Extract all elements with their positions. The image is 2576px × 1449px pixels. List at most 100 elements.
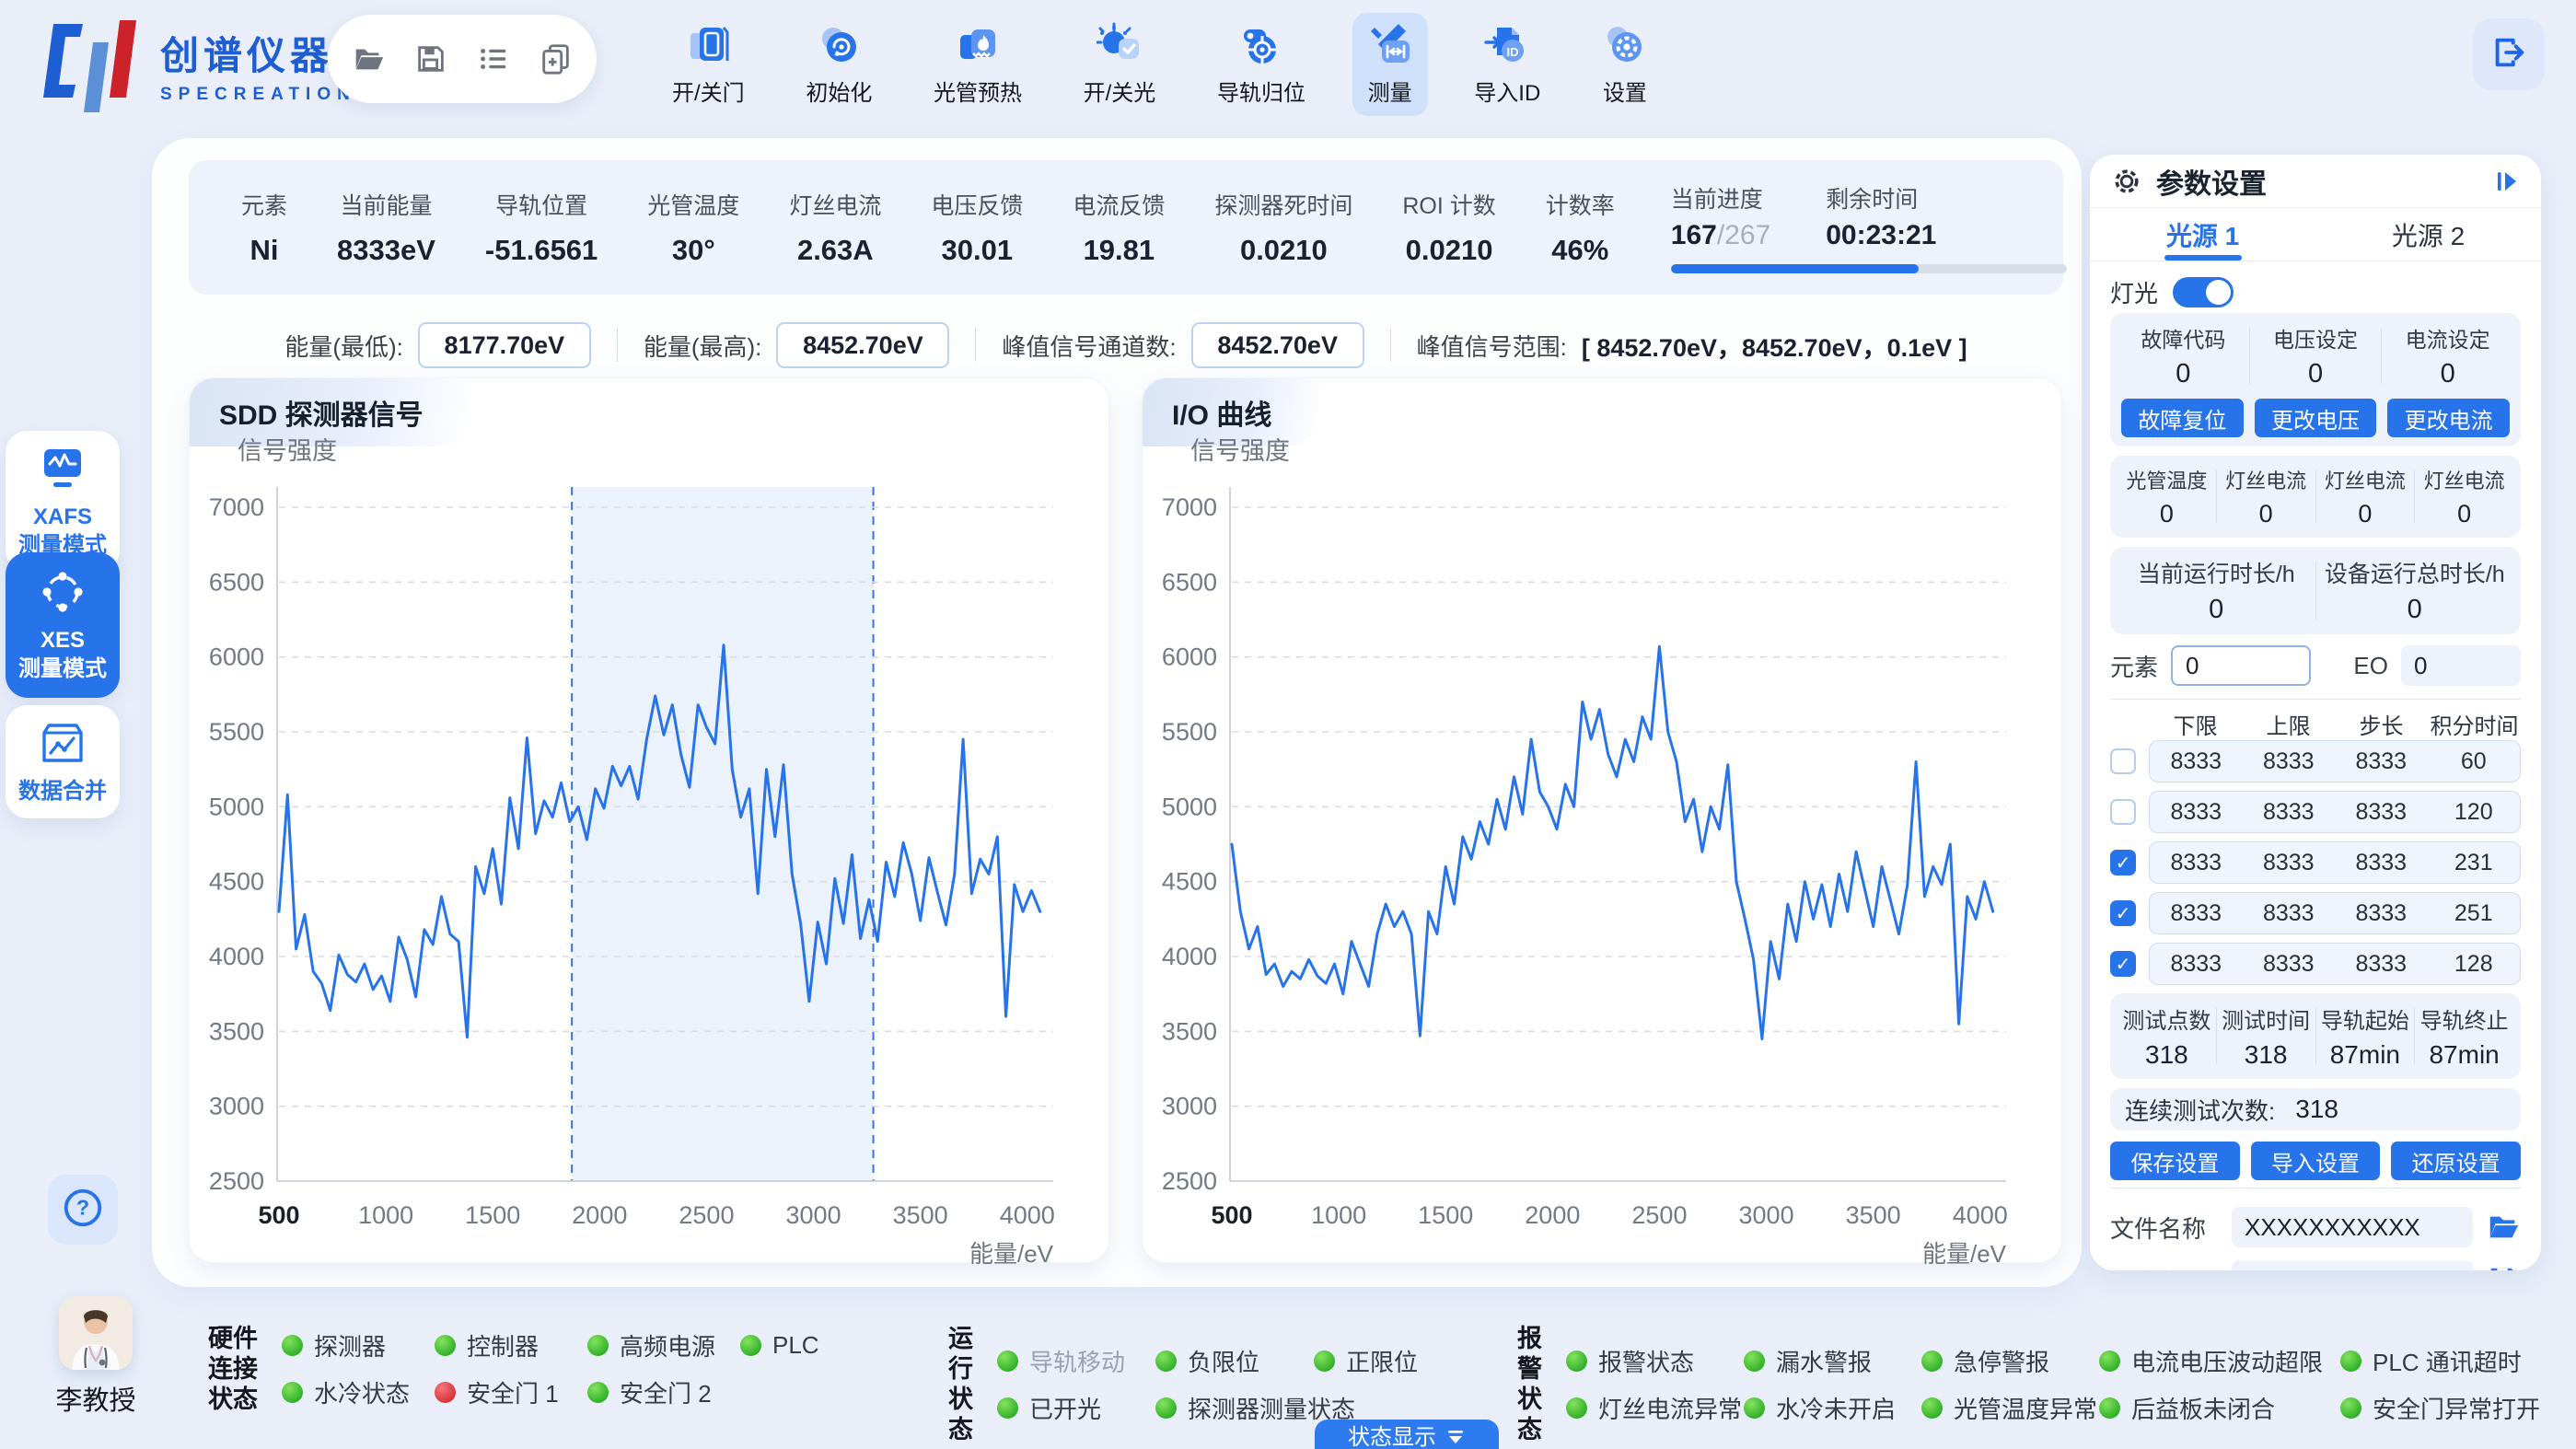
svg-text:3500: 3500: [893, 1201, 948, 1229]
sidebar-mode-数据合并[interactable]: 数据合并: [6, 705, 120, 818]
file-input[interactable]: XXXXXXXXXXX: [2232, 1260, 2473, 1270]
progress-count: 167/267: [1671, 220, 1770, 251]
cell-value: 251: [2428, 900, 2521, 927]
nav-item-settings[interactable]: 设置: [1587, 13, 1663, 116]
light-source-tabs: 光源 1光源 2: [2090, 208, 2541, 261]
chart-plot[interactable]: 2500300035004000450050005500600065007000…: [190, 378, 1110, 1264]
green-dot-icon: [1566, 1350, 1587, 1372]
svg-text:信号强度: 信号强度: [1190, 437, 1290, 465]
stat-6: 电流反馈19.81: [1048, 188, 1189, 267]
stat-value: 30.01: [942, 234, 1014, 267]
nav-item-preheat[interactable]: 光管预热: [919, 13, 1037, 116]
energy-input[interactable]: 8452.70eV: [776, 322, 949, 368]
settings-button-2[interactable]: 还原设置: [2391, 1142, 2521, 1180]
fault-button-0[interactable]: 故障复位: [2121, 399, 2244, 437]
save-blue-icon[interactable]: [2486, 1263, 2521, 1270]
folder-open-icon[interactable]: [351, 41, 386, 76]
fault-button-1[interactable]: 更改电压: [2255, 399, 2377, 437]
test-stat: 测试点数318测试时间318导轨起始87min导轨终止87min: [2110, 993, 2521, 1079]
sdd-chart-card: SDD 探测器信号 250030003500400045005000550060…: [189, 377, 1109, 1263]
nav-item-door[interactable]: 开/关门: [657, 13, 760, 116]
duplicate-icon[interactable]: [539, 41, 574, 76]
test-stat-value: 87min: [2330, 1040, 2400, 1070]
energy-field-0: 能量(最低): 8177.70eV: [284, 322, 591, 368]
status-indicator: 水冷状态: [282, 1375, 435, 1409]
green-dot-icon: [740, 1335, 761, 1356]
nav-item-init[interactable]: 初始化: [791, 13, 887, 116]
cell-value: 60: [2428, 748, 2521, 775]
peak-range-value: [ 8452.70eV，8452.70eV，0.1eV ]: [1582, 328, 1967, 364]
cell-value: 8333: [2243, 799, 2336, 826]
row-values[interactable]: 833383338333251: [2149, 892, 2521, 934]
table-row: ✓ 833383338333128: [2110, 943, 2521, 985]
save-icon[interactable]: [413, 41, 448, 76]
tab-light-source-1[interactable]: 光源 1: [2090, 208, 2315, 261]
settings-button-1[interactable]: 导入设置: [2251, 1142, 2381, 1180]
sidebar-mode-xes[interactable]: XES测量模式: [6, 552, 120, 698]
stat-label: ROI 计数: [1402, 188, 1495, 221]
status-indicator: 安全门异常打开: [2340, 1391, 2540, 1425]
nav-item-light[interactable]: 开/关光: [1069, 13, 1171, 116]
row-checkbox[interactable]: [2110, 748, 2136, 774]
file-row-1: 保存路径XXXXXXXXXXX: [2110, 1258, 2521, 1270]
params-title: 参数设置: [2156, 161, 2480, 202]
element-input[interactable]: 0: [2171, 645, 2311, 686]
row-checkbox[interactable]: ✓: [2110, 850, 2136, 875]
progress-label: 当前进度: [1671, 181, 1770, 214]
row-checkbox[interactable]: ✓: [2110, 900, 2136, 926]
light-toggle[interactable]: [2173, 277, 2234, 307]
row-values[interactable]: 833383338333120: [2149, 791, 2521, 833]
nav-item-measure[interactable]: 测量: [1352, 13, 1428, 116]
selection-region[interactable]: [572, 487, 873, 1181]
status-indicator: PLC: [740, 1328, 893, 1362]
settings-button-0[interactable]: 保存设置: [2110, 1142, 2240, 1180]
stat-value: 46%: [1551, 234, 1608, 267]
status-text: PLC: [772, 1331, 819, 1360]
svg-text:4500: 4500: [1162, 868, 1217, 896]
exit-button[interactable]: [2473, 18, 2545, 90]
brand-subtitle: SPECREATION: [160, 85, 356, 105]
folder-blue-icon[interactable]: [2486, 1210, 2521, 1245]
nav-item-import-id[interactable]: ID导入ID: [1459, 13, 1555, 116]
energy-input[interactable]: 8452.70eV: [1191, 322, 1364, 368]
row-checkbox[interactable]: [2110, 799, 2136, 825]
test-stat-value: 318: [2145, 1040, 2188, 1070]
status-indicator: 电流电压波动超限: [2099, 1344, 2340, 1378]
help-button[interactable]: ?: [48, 1175, 118, 1245]
eo-input[interactable]: 0: [2401, 645, 2521, 686]
row-values[interactable]: 833383338333128: [2149, 943, 2521, 985]
avatar[interactable]: [59, 1296, 133, 1370]
energy-label: 能量(最低):: [284, 329, 403, 363]
energy-input[interactable]: 8177.70eV: [418, 322, 591, 368]
progress-group: 当前进度167/267剩余时间00:23:21: [1640, 181, 2045, 273]
nav-item-rail[interactable]: 导轨归位: [1202, 13, 1320, 116]
status-text: 导轨移动: [1029, 1344, 1125, 1378]
xes-icon: [38, 567, 87, 617]
fault-button-2[interactable]: 更改电流: [2387, 399, 2510, 437]
svg-text:2500: 2500: [1631, 1201, 1687, 1229]
svg-text:4000: 4000: [1000, 1201, 1055, 1229]
row-values[interactable]: 83338333833360: [2149, 740, 2521, 782]
brand-title: 创谱仪器: [160, 25, 356, 81]
runtime-stat-value: 0: [2408, 595, 2422, 625]
file-input[interactable]: XXXXXXXXXXX: [2232, 1207, 2473, 1247]
nav-label: 导入ID: [1474, 75, 1540, 107]
collapse-panel-icon[interactable]: [2493, 168, 2521, 195]
stat-4: 灯丝电流2.63A: [764, 188, 906, 267]
test-stat-value: 87min: [2429, 1040, 2499, 1070]
green-dot-icon: [1921, 1397, 1943, 1419]
status-text: 电流电压波动超限: [2131, 1344, 2323, 1378]
tab-light-source-2[interactable]: 光源 2: [2315, 208, 2541, 261]
repeat-value[interactable]: 318: [2295, 1095, 2338, 1124]
list-icon[interactable]: [476, 41, 511, 76]
chart-plot[interactable]: 2500300035004000450050005500600065007000…: [1143, 378, 2063, 1264]
status-display-toggle[interactable]: 状态显示: [1315, 1420, 1499, 1449]
status-text: 光管温度异常: [1954, 1391, 2097, 1425]
row-values[interactable]: 833383338333231: [2149, 841, 2521, 884]
stat-label: 导轨位置: [495, 188, 587, 221]
group-label: 运行状态: [948, 1324, 973, 1445]
divider: [975, 329, 976, 362]
status-indicator: PLC 通讯超时: [2340, 1344, 2522, 1378]
row-checkbox[interactable]: ✓: [2110, 951, 2136, 977]
door-icon: [685, 22, 731, 68]
